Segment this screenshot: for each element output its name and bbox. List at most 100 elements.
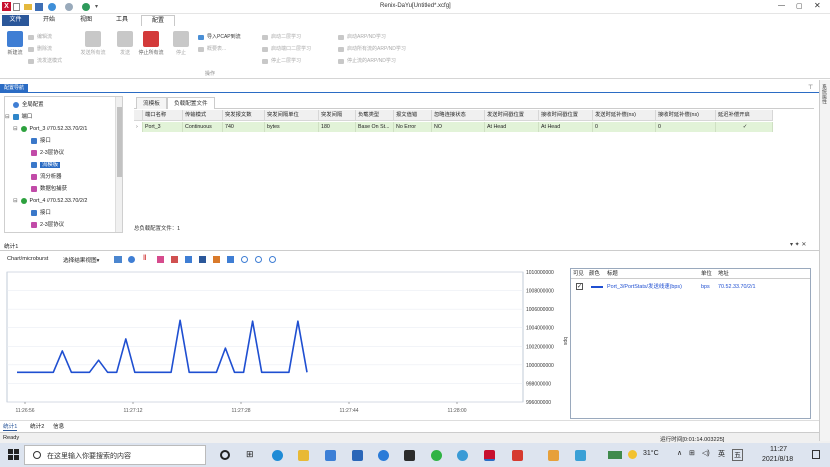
tree-ports[interactable]: ⊟ 端口 — [5, 112, 32, 122]
menu-config[interactable]: 配置 — [141, 15, 175, 26]
table-cell[interactable]: Port_3 — [143, 122, 183, 132]
grid-icon[interactable] — [227, 256, 234, 263]
new-file-icon[interactable] — [13, 3, 20, 11]
temp-badge[interactable] — [608, 451, 622, 459]
minimize-button[interactable]: — — [778, 2, 785, 9]
table-cell[interactable]: Continuous — [183, 122, 223, 132]
column-header[interactable]: 忽略连接状态 — [432, 110, 485, 121]
table-cell[interactable]: 740 — [223, 122, 265, 132]
quick-access-toolbar[interactable]: ▾ — [13, 3, 103, 11]
chart-type-icon[interactable] — [114, 256, 122, 263]
bottom-tab-stats1[interactable]: 统计1 — [3, 422, 18, 431]
collapse-icon[interactable]: ⊟ — [13, 126, 18, 132]
nav-pin-icon[interactable]: ⊤ — [808, 84, 813, 91]
network-icon[interactable]: ⊞ — [689, 449, 695, 457]
renix-icon[interactable] — [484, 450, 495, 461]
column-header[interactable]: 发送时间戳位置 — [485, 110, 539, 121]
stop-l2-button[interactable]: 停止二层学习 — [262, 57, 301, 66]
start-all-arp-button[interactable]: 启动所有流的ARP/ND学习 — [338, 45, 406, 54]
tray-chevron-icon[interactable]: ∧ — [677, 449, 682, 457]
edge-icon[interactable] — [272, 450, 283, 461]
column-header[interactable]: 突发报文数 — [223, 110, 265, 121]
table-cell[interactable]: At Head — [539, 122, 593, 132]
stream-template-button[interactable]: 流发送模式 — [28, 57, 62, 66]
start-arp-button[interactable]: 启动ARP/ND学习 — [338, 33, 386, 42]
tree-port3[interactable]: ⊟ Port_3 //70.52.33.70/2/1 — [13, 124, 87, 134]
tray-app2-icon[interactable] — [575, 450, 586, 461]
table-cell[interactable]: NO — [432, 122, 485, 132]
terminal-icon[interactable] — [404, 450, 415, 461]
start-button[interactable] — [8, 449, 20, 461]
menu-view[interactable]: 视图 — [72, 15, 100, 26]
tree-scrollbar[interactable] — [115, 97, 122, 232]
globe-icon[interactable] — [457, 450, 468, 461]
tree-global-config[interactable]: 全局配置 — [13, 100, 44, 110]
stream-wizard-button[interactable]: 概要表... — [198, 45, 226, 54]
table-cell[interactable]: 0 — [656, 122, 716, 132]
tree-port3-protocol[interactable]: 2-3层协议 — [31, 148, 64, 158]
tree-port3-streams[interactable]: 流模板 — [31, 160, 61, 170]
copy-icon[interactable] — [185, 256, 192, 263]
save-icon[interactable] — [35, 3, 43, 11]
microburst-chart[interactable]: 1010000000 1008000000 1006000000 1004000000… — [3, 268, 568, 414]
tree-port4[interactable]: ⊟ Port_4 //70.52.33.70/2/2 — [13, 196, 87, 206]
table-cell[interactable]: 180 — [319, 122, 356, 132]
table-cell[interactable]: Base On St... — [356, 122, 394, 132]
start-l2-button[interactable]: 启动二层学习 — [262, 33, 301, 42]
pen-icon[interactable] — [171, 256, 178, 263]
run-icon[interactable] — [82, 3, 90, 11]
column-header[interactable]: 发送时延补偿(ns) — [593, 110, 656, 121]
select-view-dropdown[interactable]: 选择结果视图▾ — [63, 256, 99, 264]
column-header[interactable]: 延迟补偿开启 — [716, 110, 773, 121]
column-header[interactable]: 传输模式 — [183, 110, 223, 121]
checkbox-cell[interactable]: ✓ — [716, 122, 773, 132]
column-header[interactable]: 端口名称 — [143, 110, 183, 121]
tab-stream-template[interactable]: 流模板 — [136, 97, 167, 109]
wechat-icon[interactable] — [431, 450, 442, 461]
bottom-tab-stats2[interactable]: 统计2 — [30, 422, 44, 430]
stop-all-button[interactable]: 停止所有流 — [134, 31, 168, 56]
taskbar-search-box[interactable]: 在这里输入你要搜索的内容 — [24, 445, 206, 465]
column-header[interactable]: 突发间隔 — [319, 110, 356, 121]
forward-icon[interactable] — [65, 3, 73, 11]
panel-controls[interactable]: ▾ ✦ ✕ — [790, 241, 806, 248]
column-header[interactable]: 突发间隔单位 — [265, 110, 319, 121]
zoom-fit-icon[interactable] — [241, 256, 248, 263]
tab-load-profile[interactable]: 负载配置文件 — [167, 97, 215, 109]
export-icon[interactable] — [213, 256, 220, 263]
column-header[interactable]: 接收时间戳位置 — [539, 110, 593, 121]
volume-icon[interactable]: ◁) — [702, 449, 710, 457]
menu-tools[interactable]: 工具 — [108, 15, 136, 26]
right-sidebar-label[interactable]: 系统属性 — [821, 84, 828, 104]
tray-app-icon[interactable] — [548, 450, 559, 461]
save-chart-icon[interactable] — [199, 256, 206, 263]
tree-port3-interface[interactable]: 接口 — [31, 136, 51, 146]
collapse-icon[interactable]: ⊟ — [13, 198, 18, 204]
tree-port3-analyzer[interactable]: 流分析器 — [31, 172, 62, 182]
ime-mode[interactable]: 五 — [732, 449, 743, 461]
start-port-l2-button[interactable]: 启动端口二层学习 — [262, 45, 311, 54]
maximize-button[interactable]: ▢ — [796, 2, 803, 10]
table-cell[interactable]: bytes — [265, 122, 319, 132]
collapse-icon[interactable]: ⊟ — [5, 114, 10, 120]
bottom-tab-info[interactable]: 信息 — [53, 422, 64, 430]
back-icon[interactable] — [48, 3, 56, 11]
menu-start[interactable]: 开始 — [35, 15, 63, 26]
legend-visible-checkbox[interactable]: ✓ — [576, 283, 583, 290]
pause-icon[interactable]: ǁ — [143, 255, 146, 262]
legend-row[interactable]: ✓ Port_3/PortStats/发送线速(bps) bps 70.52.3… — [571, 282, 810, 292]
store-icon[interactable] — [325, 450, 336, 461]
import-pcap-button[interactable]: 导入PCAP到流 — [198, 33, 241, 42]
tree-port3-capture[interactable]: 数据包捕获 — [31, 184, 67, 194]
open-folder-icon[interactable] — [24, 4, 32, 10]
zoom-in-icon[interactable] — [255, 256, 262, 263]
clock-date[interactable]: 2021/8/18 — [762, 456, 793, 463]
close-button[interactable]: ✕ — [814, 1, 821, 10]
delete-stream-button[interactable]: 删除流 — [28, 45, 52, 54]
wps-icon[interactable] — [512, 450, 523, 461]
settings-icon[interactable] — [128, 256, 135, 263]
column-header[interactable]: 负载类型 — [356, 110, 394, 121]
table-cell[interactable]: 0 — [593, 122, 656, 132]
task-view-icon[interactable]: ⊞ — [246, 449, 254, 460]
ime-indicator[interactable]: 英 — [718, 449, 725, 459]
